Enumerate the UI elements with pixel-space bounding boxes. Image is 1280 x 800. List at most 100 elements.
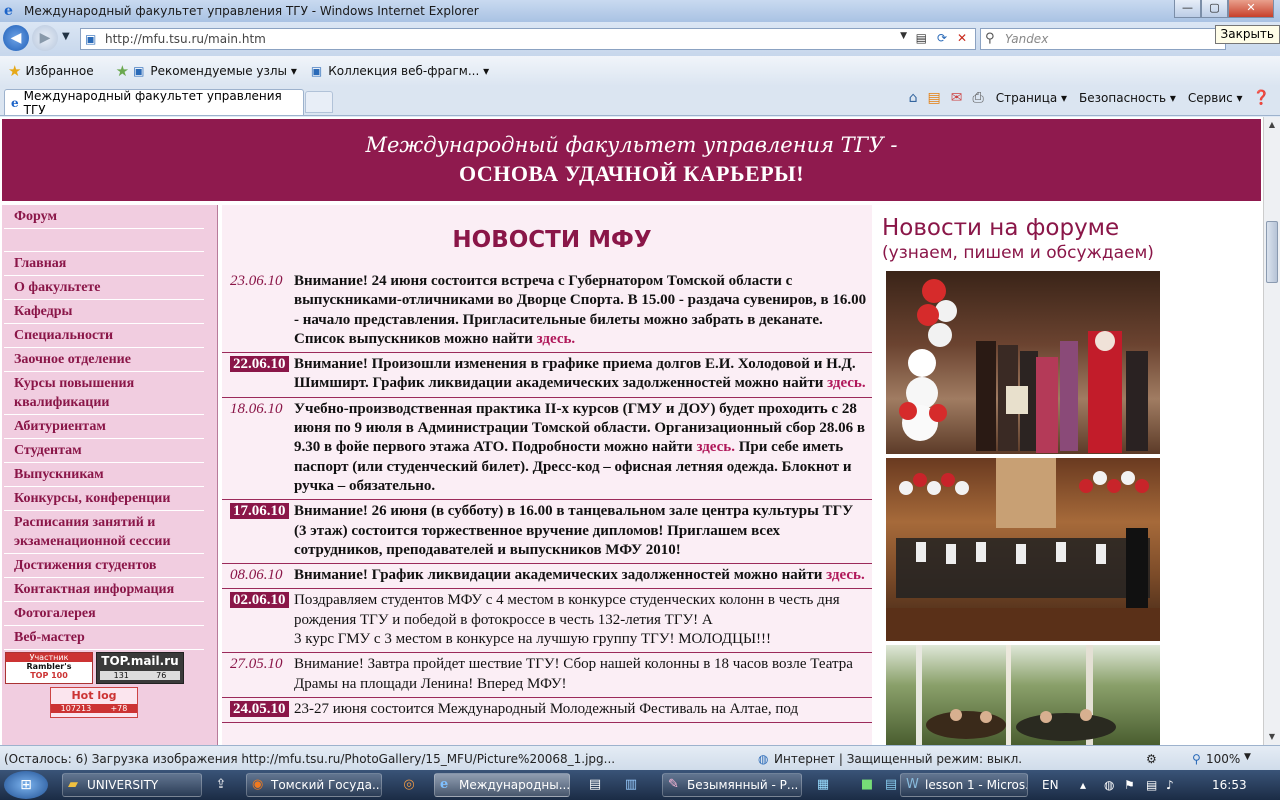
taskbar-btn-ie[interactable]: e Международны... [434, 773, 570, 797]
news-item: 24.05.10 23-27 июня состоится Международн… [222, 698, 872, 724]
news-link-here[interactable]: здесь. [696, 439, 735, 455]
address-bar[interactable]: ▣ http://mfu.tsu.ru/main.htm ▼ ▤ ⟳ ✕ [80, 28, 976, 50]
rambler-line2: Rambler's [26, 662, 72, 671]
sidebar-item-7[interactable]: Курсы повышения квалификации [4, 372, 204, 415]
protected-mode-icon[interactable]: ⚙ [1146, 752, 1157, 766]
news-item: 18.06.10 Учебно-производственная практика… [222, 398, 872, 501]
new-tab-button[interactable] [305, 91, 333, 113]
mail-icon[interactable]: ✉ [951, 90, 963, 106]
sidebar-item-10[interactable]: Выпускникам [4, 463, 204, 487]
scroll-up-icon[interactable]: ▲ [1264, 117, 1280, 133]
quicklaunch-upload-icon[interactable]: ⇪ [210, 774, 232, 796]
ie-icon: e [440, 777, 449, 792]
close-tooltip: Закрыть [1214, 25, 1280, 44]
news-text-body: Внимание! 26 июня (в субботу) в 16.00 в … [294, 503, 854, 558]
network-icon[interactable]: ▤ [1146, 770, 1157, 800]
favorites-item-suggested[interactable]: ★ ▣ Рекомендуемые узлы ▾ [108, 62, 297, 80]
scroll-down-icon[interactable]: ▼ [1264, 729, 1280, 745]
scroll-thumb[interactable] [1266, 221, 1278, 283]
address-dropdown-icon[interactable]: ▼ [900, 31, 907, 41]
news-date: 02.06.10 [222, 591, 294, 649]
news-link-here[interactable]: здесь. [826, 567, 865, 583]
tray-expand-icon[interactable]: ▴ [1080, 770, 1086, 800]
history-dropdown-icon[interactable]: ▼ [62, 31, 70, 42]
quicklaunch-notepad-icon[interactable]: ▤ [584, 774, 606, 796]
hotlog-counter[interactable]: Hot log 107213 +78 [50, 687, 138, 718]
favorites-button[interactable]: ★ Избранное [0, 62, 94, 80]
close-button[interactable]: ✕ [1228, 0, 1274, 18]
compatibility-view-icon[interactable]: ▤ [916, 31, 927, 45]
status-zone-text[interactable]: Интернет | Защищенный режим: выкл. [774, 752, 1022, 766]
forum-photo-2[interactable] [886, 458, 1160, 641]
sidebar-item-6[interactable]: Заочное отделение [4, 348, 204, 372]
sidebar-item-16[interactable]: Веб-мастер [4, 626, 204, 650]
sidebar-item-14[interactable]: Контактная информация [4, 578, 204, 602]
news-date: 18.06.10 [222, 400, 294, 496]
sidebar-item-0[interactable]: Форум [4, 205, 204, 229]
taskbar-btn-word[interactable]: W lesson 1 - Micros... [900, 773, 1028, 797]
print-icon[interactable]: ⎙ [973, 90, 984, 106]
service-menu[interactable]: Сервис ▾ [1188, 91, 1243, 105]
back-button[interactable]: ◀ [3, 25, 29, 51]
rambler-counter[interactable]: Участник Rambler's TOP 100 [5, 652, 93, 684]
sidebar-item-13[interactable]: Достижения студентов [4, 554, 204, 578]
quicklaunch-calc-icon[interactable]: ▦ [812, 774, 834, 796]
quicklaunch-green-icon[interactable]: ■ [856, 774, 878, 796]
page-icon: ▣ [85, 32, 97, 46]
news-date-text: 08.06.10 [230, 567, 283, 584]
address-url[interactable]: http://mfu.tsu.ru/main.htm [105, 32, 266, 46]
favorites-star-icon: ★ [8, 62, 22, 80]
clock[interactable]: 16:53 [1212, 770, 1247, 800]
zoom-level[interactable]: 100% [1206, 752, 1240, 766]
language-indicator[interactable]: EN [1042, 770, 1059, 800]
sidebar-item-2[interactable]: Главная [4, 252, 204, 276]
feeds-icon[interactable]: ▤ [928, 90, 941, 106]
news-date: 24.05.10 [222, 700, 294, 719]
safety-menu[interactable]: Безопасность ▾ [1079, 91, 1176, 105]
tray-security-icon[interactable]: ⚑ [1124, 770, 1135, 800]
sidebar-item-3[interactable]: О факультете [4, 276, 204, 300]
news-link-here[interactable]: здесь. [827, 375, 866, 391]
sidebar-item-4[interactable]: Кафедры [4, 300, 204, 324]
forum-photo-3[interactable] [886, 645, 1160, 745]
favorites-item-webslices[interactable]: ▣ Коллекция веб-фрагм... ▾ [311, 64, 489, 78]
mailru-counter[interactable]: TOP.mail.ru 131 76 [96, 652, 184, 684]
minimize-button[interactable]: — [1174, 0, 1201, 18]
internet-zone-icon: ◍ [758, 752, 769, 766]
window-controls: — ▢ ✕ [1174, 0, 1274, 18]
sidebar-item-8[interactable]: Абитуриентам [4, 415, 204, 439]
taskbar-btn-firefox[interactable]: ◉ Томский Госуда... [246, 773, 382, 797]
sidebar-item-9[interactable]: Студентам [4, 439, 204, 463]
maximize-button[interactable]: ▢ [1201, 0, 1228, 18]
home-icon[interactable]: ⌂ [909, 90, 918, 106]
taskbar-btn-ie-label: Международны... [459, 778, 570, 792]
forum-photo-1[interactable] [886, 271, 1160, 454]
taskbar-btn-university[interactable]: ▰ UNIVERSITY [62, 773, 202, 797]
quicklaunch-doc-icon[interactable]: ▤ [880, 774, 902, 796]
banner-line-2: ОСНОВА УДАЧНОЙ КАРЬЕРЫ! [458, 161, 805, 186]
quicklaunch-chrome-icon[interactable]: ◎ [398, 774, 420, 796]
window-title: Международный факультет управления ТГУ -… [24, 4, 479, 18]
tray-app-icon[interactable]: ◍ [1104, 770, 1114, 800]
sidebar-item-12[interactable]: Расписания занятий и экзаменационной сес… [4, 511, 204, 554]
refresh-icon[interactable]: ⟳ [937, 31, 947, 45]
rambler-line3: TOP 100 [30, 671, 68, 680]
news-link-here[interactable]: здесь. [537, 331, 576, 347]
search-placeholder[interactable]: Yandex [1005, 32, 1048, 46]
page-scrollbar[interactable]: ▲ ▼ [1263, 117, 1280, 745]
taskbar-btn-paint[interactable]: ✎ Безымянный - Р... [662, 773, 802, 797]
help-icon[interactable]: ❓ [1253, 90, 1270, 106]
zoom-dropdown-icon[interactable]: ▼ [1244, 752, 1251, 762]
stop-icon[interactable]: ✕ [957, 31, 967, 45]
sidebar-item-11[interactable]: Конкурсы, конференции [4, 487, 204, 511]
volume-icon[interactable]: ♪ [1166, 770, 1174, 800]
forward-button[interactable]: ▶ [32, 25, 58, 51]
quicklaunch-network-icon[interactable]: ▥ [620, 774, 642, 796]
page-menu[interactable]: Страница ▾ [996, 91, 1067, 105]
sidebar-item-5[interactable]: Специальности [4, 324, 204, 348]
start-button[interactable]: ⊞ [4, 771, 48, 799]
sidebar-item-15[interactable]: Фотогалерея [4, 602, 204, 626]
tab-current[interactable]: e Международный факультет управления ТГУ [4, 89, 304, 117]
search-box[interactable]: ⚲ Yandex [980, 28, 1226, 50]
news-text: Внимание! Завтра пройдет шествие ТГУ! Сб… [294, 655, 872, 694]
